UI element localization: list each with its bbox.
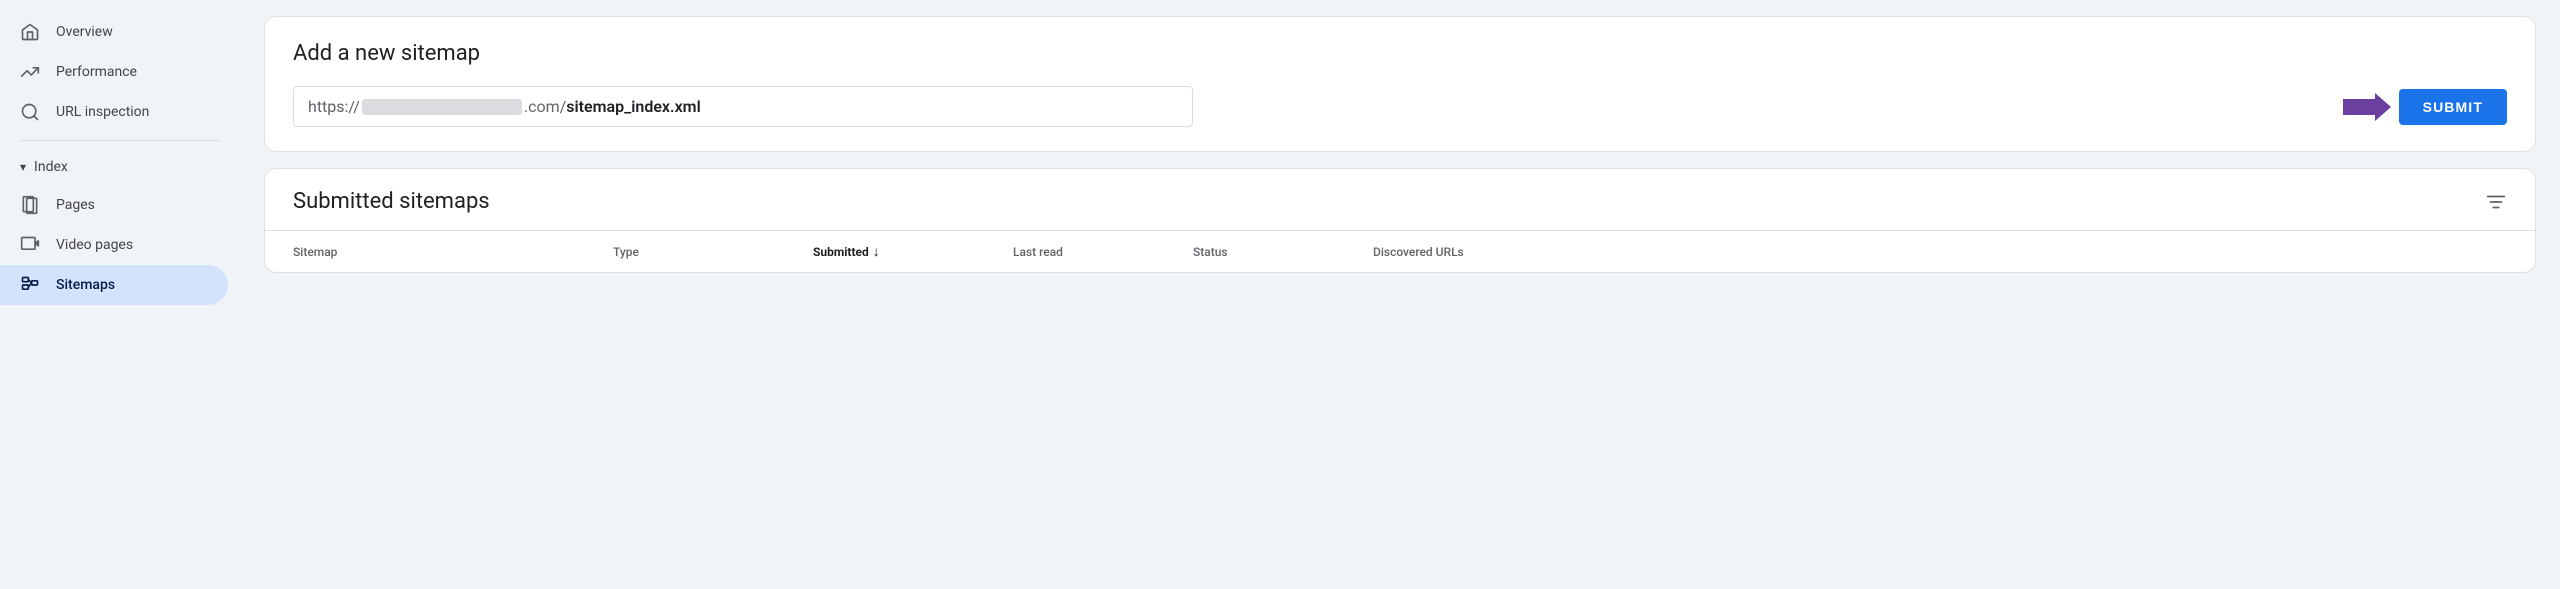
sitemap-input-field[interactable]: https:// .com/ sitemap_index.xml (293, 86, 1193, 127)
video-pages-icon (20, 235, 40, 255)
sidebar-item-sitemaps[interactable]: Sitemaps (0, 265, 228, 305)
sort-arrow-icon: ↓ (873, 243, 880, 260)
sitemaps-icon (20, 275, 40, 295)
col-header-sitemap: Sitemap (293, 245, 613, 259)
sidebar: Overview Performance URL inspection ▾ In… (0, 0, 240, 589)
add-sitemap-card: Add a new sitemap https:// .com/ sitemap… (264, 16, 2536, 152)
col-header-type: Type (613, 245, 813, 259)
search-icon (20, 102, 40, 122)
sidebar-item-label: Video pages (56, 237, 133, 253)
url-domain-blurred (362, 99, 522, 115)
sidebar-item-label: Performance (56, 64, 137, 80)
add-sitemap-title: Add a new sitemap (293, 41, 2507, 66)
sidebar-item-video-pages[interactable]: Video pages (0, 225, 228, 265)
main-content: Add a new sitemap https:// .com/ sitemap… (240, 0, 2560, 589)
col-header-last-read: Last read (1013, 245, 1193, 259)
url-prefix: https:// (308, 97, 360, 116)
chevron-down-icon: ▾ (20, 160, 26, 174)
sidebar-item-label: Overview (56, 24, 113, 40)
sidebar-item-performance[interactable]: Performance (0, 52, 228, 92)
sidebar-section-index[interactable]: ▾ Index (0, 149, 240, 185)
sidebar-divider (20, 140, 220, 141)
filter-icon[interactable] (2485, 191, 2507, 213)
url-middle: .com/ (524, 97, 566, 116)
col-header-status: Status (1193, 245, 1373, 259)
submitted-label: Submitted (813, 245, 869, 259)
sidebar-item-overview[interactable]: Overview (0, 12, 228, 52)
sidebar-item-label: Sitemaps (56, 277, 115, 293)
submitted-header: Submitted sitemaps (265, 169, 2535, 230)
submitted-title: Submitted sitemaps (293, 189, 490, 214)
trending-up-icon (20, 62, 40, 82)
col-header-discovered-urls: Discovered URLs (1373, 245, 2507, 259)
sidebar-item-label: URL inspection (56, 104, 149, 120)
pages-icon (20, 195, 40, 215)
add-sitemap-row: https:// .com/ sitemap_index.xml SUBMIT (293, 86, 2507, 127)
url-suffix: sitemap_index.xml (566, 97, 701, 116)
col-header-submitted[interactable]: Submitted ↓ (813, 243, 1013, 260)
home-icon (20, 22, 40, 42)
submitted-sitemaps-card: Submitted sitemaps Sitemap Type Submitte… (264, 168, 2536, 273)
sidebar-item-url-inspection[interactable]: URL inspection (0, 92, 228, 132)
sidebar-item-pages[interactable]: Pages (0, 185, 228, 225)
submit-arrow-icon (2343, 93, 2391, 121)
sidebar-item-label: Pages (56, 197, 95, 213)
table-header: Sitemap Type Submitted ↓ Last read Statu… (265, 230, 2535, 272)
submit-button[interactable]: SUBMIT (2399, 89, 2507, 125)
submit-area: SUBMIT (2343, 89, 2507, 125)
sidebar-section-label: Index (34, 159, 68, 175)
